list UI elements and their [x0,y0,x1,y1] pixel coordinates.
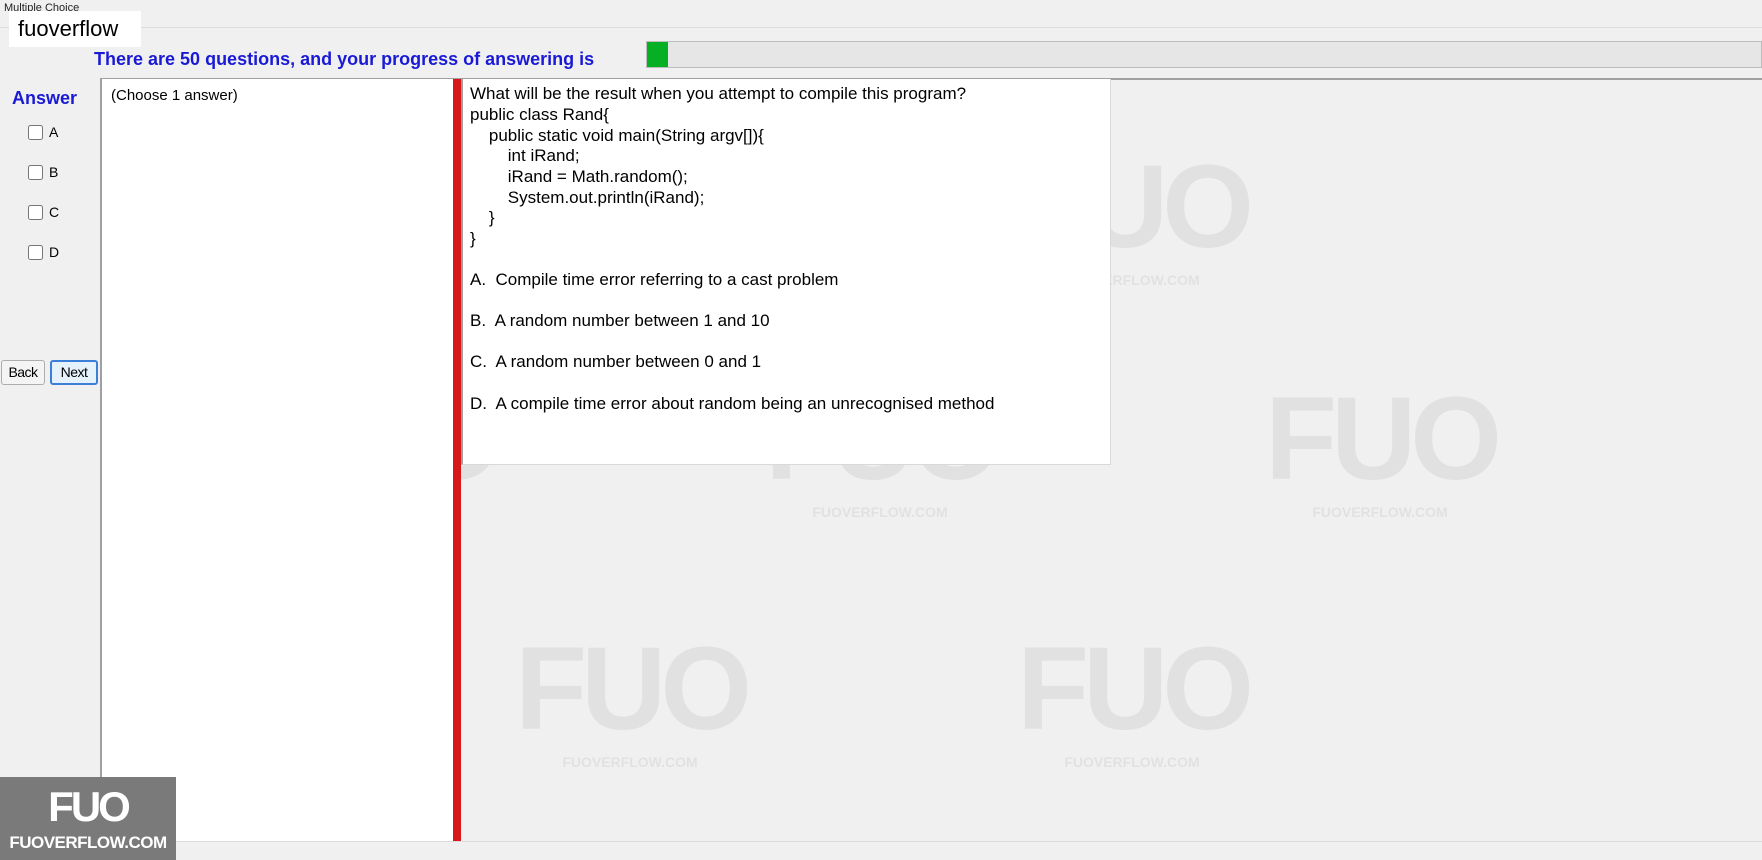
watermark-site: FUOVERFLOW.COM [812,504,948,520]
answer-option-b[interactable]: B [28,164,58,180]
brand-label: fuoverflow [9,11,141,47]
answer-checkbox-d[interactable] [28,244,43,260]
answer-choice-c: C. A random number between 0 and 1 [470,352,762,371]
question-line: public class Rand{ [470,105,609,124]
question-line: } [470,229,476,248]
answer-checkbox-b[interactable] [28,164,43,180]
answer-option-a[interactable]: A [28,124,58,140]
bottom-separator [0,841,1762,842]
watermark: FUO FUOVERFLOW.COM [1017,623,1254,770]
answer-checkbox-a[interactable] [28,124,43,140]
watermark-site: FUOVERFLOW.COM [1312,504,1448,520]
progress-text: There are 50 questions, and your progres… [94,49,595,69]
answer-choice-d: D. A compile time error about random bei… [470,394,995,413]
next-button[interactable]: Next [50,360,98,385]
fuoverflow-logo: FUO FUOVERFLOW.COM [0,777,176,860]
panel-divider[interactable] [453,79,461,842]
answer-choice-a: A. Compile time error referring to a cas… [470,270,839,289]
answer-option-d[interactable]: D [28,244,59,260]
watermark-mark: FUO [515,623,752,755]
answer-hint-panel: (Choose 1 answer) [100,79,453,842]
answer-option-c[interactable]: C [28,204,59,220]
title-separator [0,27,1762,28]
logo-mark: FUO [48,783,131,830]
watermark-site: FUOVERFLOW.COM [562,754,698,770]
watermark: FUO FUOVERFLOW.COM [515,623,752,770]
watermark-mark: FUO [1017,623,1254,755]
answer-option-label: D [49,244,60,260]
progress-bar [646,41,1762,68]
answer-choice-b: B. A random number between 1 and 10 [470,311,770,330]
answer-title: Answer [12,88,78,108]
answer-option-label: A [49,124,59,140]
logo-site: FUOVERFLOW.COM [9,833,167,852]
question-line: What will be the result when you attempt… [470,84,967,103]
watermark: FUO FUOVERFLOW.COM [1265,373,1502,520]
question-line: public static void main(String argv[]){ [470,126,764,145]
question-line: System.out.println(iRand); [470,188,705,207]
choose-hint: (Choose 1 answer) [111,87,238,104]
question-line: } [470,208,495,227]
question-line: int iRand; [470,146,580,165]
answer-option-label: C [49,204,60,220]
progress-fill [647,42,669,67]
back-button[interactable]: Back [1,360,45,385]
question-line: iRand = Math.random(); [470,167,688,186]
question-panel: What will be the result when you attempt… [461,79,1111,465]
watermark-mark: FUO [1265,373,1502,505]
watermark-site: FUOVERFLOW.COM [1064,754,1200,770]
answer-checkbox-c[interactable] [28,204,43,220]
answer-option-label: B [49,164,59,180]
